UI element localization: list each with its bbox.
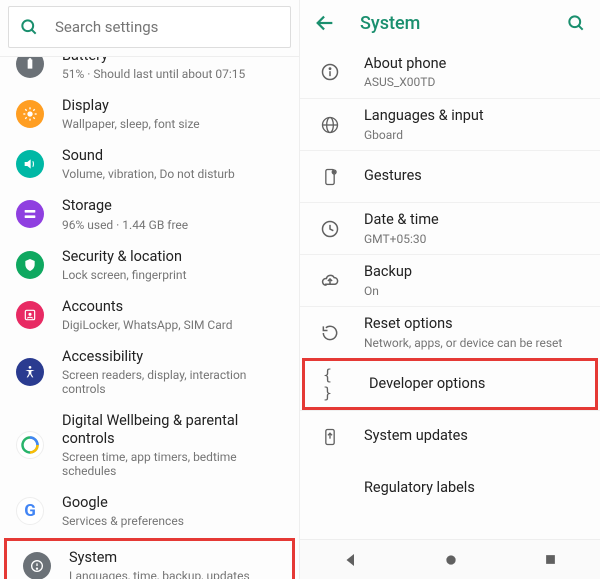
row-sub: DigiLocker, WhatsApp, SIM Card xyxy=(62,318,233,332)
update-icon xyxy=(318,425,342,449)
storage-icon xyxy=(16,200,44,228)
settings-item-accessibility[interactable]: Accessibility Screen readers, display, i… xyxy=(0,340,299,404)
android-nav-bar xyxy=(300,539,600,579)
settings-item-accounts[interactable]: Accounts DigiLocker, WhatsApp, SIM Card xyxy=(0,290,299,340)
system-item-gestures[interactable]: Gestures xyxy=(300,150,600,202)
system-item-languages[interactable]: Languages & input Gboard xyxy=(300,98,600,150)
row-title: Date & time xyxy=(364,211,439,229)
accessibility-icon xyxy=(16,358,44,386)
system-header: System xyxy=(300,0,600,46)
row-sub: GMT+05:30 xyxy=(364,232,439,246)
row-sub: Screen readers, display, interaction con… xyxy=(62,368,285,396)
battery-icon xyxy=(16,57,44,78)
row-sub: Gboard xyxy=(364,128,484,142)
search-icon xyxy=(19,17,39,37)
nav-recents-button[interactable] xyxy=(543,552,558,567)
row-sub: Network, apps, or device can be reset xyxy=(364,336,562,350)
row-sub: 51% · Should last until about 07:15 xyxy=(62,67,245,81)
system-item-regulatory[interactable]: Regulatory labels xyxy=(300,462,600,514)
search-placeholder: Search settings xyxy=(55,18,158,36)
row-title: About phone xyxy=(364,55,446,73)
clock-icon xyxy=(318,217,342,241)
row-title: Digital Wellbeing & parental controls xyxy=(62,412,285,448)
row-sub: Lock screen, fingerprint xyxy=(62,268,187,282)
system-item-reset[interactable]: Reset options Network, apps, or device c… xyxy=(300,306,600,358)
row-title: Accessibility xyxy=(62,348,285,366)
settings-item-system[interactable]: System Languages, time, backup, updates xyxy=(4,538,295,579)
gestures-icon xyxy=(318,165,342,189)
settings-main-pane: Search settings Battery 51% · Should las… xyxy=(0,0,300,579)
row-title: System xyxy=(69,549,250,567)
row-title: Backup xyxy=(364,263,412,281)
settings-item-google[interactable]: G Google Services & preferences xyxy=(0,486,299,536)
nav-back-button[interactable] xyxy=(342,551,360,569)
settings-item-storage[interactable]: Storage 96% used · 1.44 GB free xyxy=(0,189,299,239)
row-sub: 96% used · 1.44 GB free xyxy=(62,218,188,232)
back-button[interactable] xyxy=(314,12,336,34)
system-item-backup[interactable]: Backup On xyxy=(300,254,600,306)
settings-item-sound[interactable]: Sound Volume, vibration, Do not disturb xyxy=(0,139,299,189)
settings-item-wellbeing[interactable]: Digital Wellbeing & parental controls Sc… xyxy=(0,404,299,486)
row-title: Display xyxy=(62,97,200,115)
row-title: Accounts xyxy=(62,298,233,316)
row-title: Security & location xyxy=(62,248,187,266)
row-title: Regulatory labels xyxy=(364,479,475,497)
row-sub: Languages, time, backup, updates xyxy=(69,569,250,579)
row-title: System updates xyxy=(364,427,468,445)
row-title: Languages & input xyxy=(364,107,484,125)
row-title: Gestures xyxy=(364,167,422,185)
google-icon: G xyxy=(16,497,44,525)
info-icon xyxy=(318,60,342,84)
nav-home-button[interactable] xyxy=(443,552,459,568)
security-icon xyxy=(16,251,44,279)
settings-item-battery[interactable]: Battery 51% · Should last until about 07… xyxy=(0,57,299,89)
system-item-datetime[interactable]: Date & time GMT+05:30 xyxy=(300,202,600,254)
system-item-updates[interactable]: System updates xyxy=(300,410,600,462)
search-button[interactable] xyxy=(566,13,586,33)
row-title: Developer options xyxy=(369,375,485,393)
wellbeing-icon xyxy=(16,431,44,459)
sound-icon xyxy=(16,150,44,178)
settings-item-display[interactable]: Display Wallpaper, sleep, font size xyxy=(0,89,299,139)
row-title: Google xyxy=(62,494,184,512)
system-item-developer-options[interactable]: { } Developer options xyxy=(302,358,598,410)
system-item-about-phone[interactable]: About phone ASUS_X00TD xyxy=(300,46,600,98)
row-sub: ASUS_X00TD xyxy=(364,75,446,89)
cloud-icon xyxy=(318,269,342,293)
settings-list: Battery 51% · Should last until about 07… xyxy=(0,57,299,579)
row-sub: Services & preferences xyxy=(62,514,184,528)
display-icon xyxy=(16,100,44,128)
system-icon xyxy=(23,552,51,579)
page-title: System xyxy=(360,13,566,34)
row-title: Sound xyxy=(62,147,235,165)
row-title: Battery xyxy=(62,57,245,65)
row-sub: Screen time, app timers, bedtime schedul… xyxy=(62,450,285,478)
braces-icon: { } xyxy=(323,372,347,396)
row-title: Storage xyxy=(62,197,188,215)
row-title: Reset options xyxy=(364,315,562,333)
row-sub: On xyxy=(364,284,412,298)
reset-icon xyxy=(318,321,342,345)
row-sub: Wallpaper, sleep, font size xyxy=(62,117,200,131)
blank-icon xyxy=(318,476,342,500)
globe-icon xyxy=(318,113,342,137)
row-sub: Volume, vibration, Do not disturb xyxy=(62,167,235,181)
search-settings-bar[interactable]: Search settings xyxy=(8,6,291,48)
accounts-icon xyxy=(16,301,44,329)
system-pane: System About phone ASUS_X00TD Languages … xyxy=(300,0,600,579)
settings-item-security[interactable]: Security & location Lock screen, fingerp… xyxy=(0,240,299,290)
system-list: About phone ASUS_X00TD Languages & input… xyxy=(300,46,600,539)
